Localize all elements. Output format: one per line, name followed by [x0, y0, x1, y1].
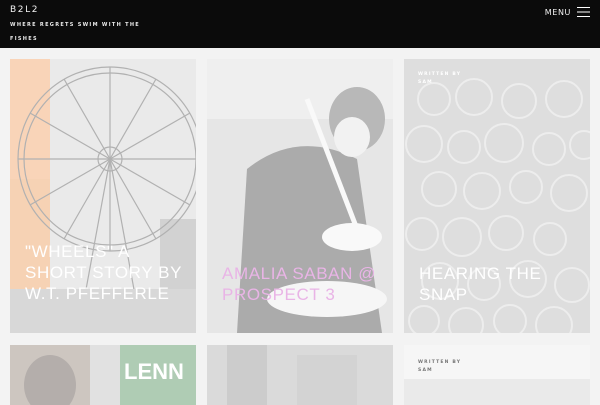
- post-card-5[interactable]: [207, 345, 393, 405]
- site-header: B2L2 Where regrets swim with the fishes …: [0, 0, 600, 48]
- post-card-6[interactable]: Written by Sam: [404, 345, 590, 405]
- site-tagline: Where regrets swim with the fishes: [10, 22, 141, 42]
- image-overlay: [404, 345, 590, 405]
- post-author: Written by Sam: [418, 72, 462, 85]
- site-logo[interactable]: B2L2: [10, 5, 39, 15]
- menu-button[interactable]: MENU: [545, 4, 590, 20]
- post-card-hearing-the-snap[interactable]: Written by Sam Hearing the Snap: [404, 59, 590, 333]
- post-card-wheels[interactable]: "Wheels" A Short Story by W.T. Pfefferle: [10, 59, 196, 333]
- post-title[interactable]: "Wheels" A Short Story by W.T. Pfefferle: [25, 241, 195, 304]
- hamburger-icon: [577, 7, 590, 17]
- image-overlay: [10, 345, 196, 405]
- menu-label: MENU: [544, 7, 571, 17]
- post-title[interactable]: Hearing the Snap: [419, 263, 579, 305]
- post-card-lennon[interactable]: LENN: [10, 345, 196, 405]
- post-author: Written by Sam: [418, 360, 462, 373]
- post-title[interactable]: Amalia Saban @ Prospect 3: [222, 263, 382, 305]
- post-card-amalia-saban[interactable]: Amalia Saban @ Prospect 3: [207, 59, 393, 333]
- image-overlay: [207, 345, 393, 405]
